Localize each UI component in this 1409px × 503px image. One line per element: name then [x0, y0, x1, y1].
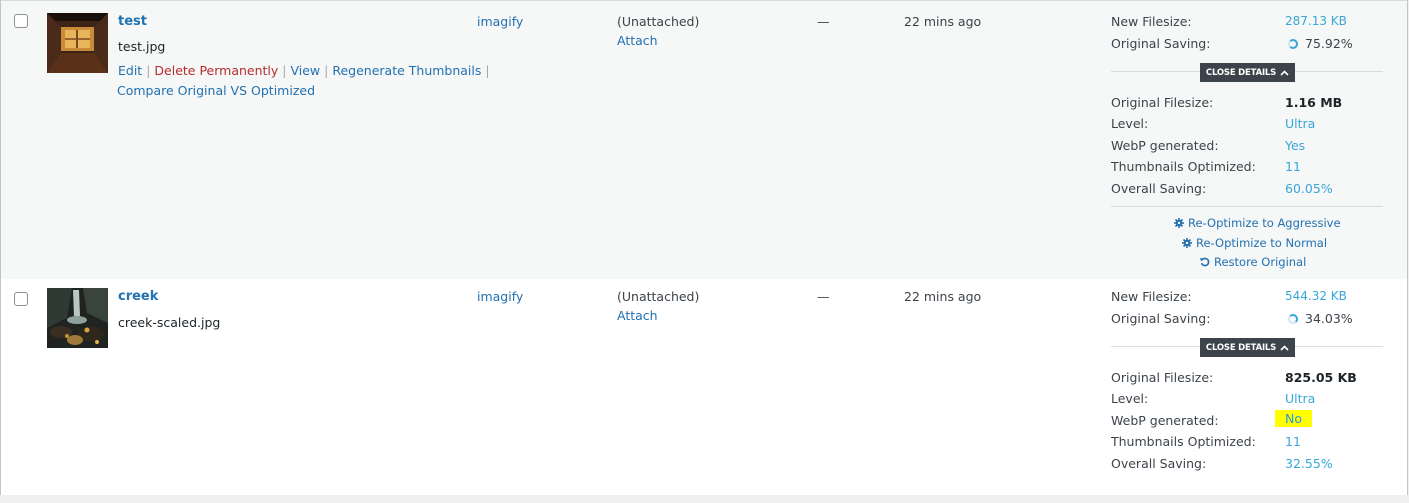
row-checkbox[interactable] — [14, 292, 28, 306]
thumbnails-optimized-label: Thumbnails Optimized: — [1111, 434, 1256, 449]
delete-permanently-link[interactable]: Delete Permanently — [154, 63, 278, 78]
compare-original-link[interactable]: Compare Original VS Optimized — [117, 83, 315, 98]
close-details-button[interactable]: CLOSE DETAILS — [1200, 63, 1295, 82]
thumbnail-image[interactable] — [47, 288, 108, 348]
separator: | — [282, 63, 287, 78]
attach-link[interactable]: Attach — [617, 33, 658, 48]
attach-link[interactable]: Attach — [617, 308, 658, 323]
overall-saving-label: Overall Saving: — [1111, 456, 1207, 471]
row-checkbox[interactable] — [14, 14, 28, 28]
table-row: test test.jpg Edit | Delete Permanently … — [1, 0, 1407, 279]
reoptimize-aggressive-link[interactable]: Re-Optimize to Aggressive — [1174, 216, 1341, 230]
thumbnails-optimized-value: 11 — [1285, 434, 1301, 449]
restore-original-link[interactable]: Restore Original — [1200, 255, 1306, 269]
thumbnail-image[interactable] — [47, 13, 108, 73]
separator: | — [146, 63, 151, 78]
thumbnails-optimized-label: Thumbnails Optimized: — [1111, 159, 1256, 174]
webp-value: Yes — [1285, 138, 1306, 153]
webp-value: No — [1275, 410, 1312, 427]
level-value: Ultra — [1285, 116, 1316, 131]
saving-chart-icon — [1288, 314, 1298, 324]
level-value: Ultra — [1285, 391, 1316, 406]
original-saving-label: Original Saving: — [1111, 36, 1211, 51]
separator: | — [485, 63, 490, 78]
new-filesize-value: 544.32 KB — [1285, 289, 1347, 303]
date: 22 mins ago — [904, 289, 982, 304]
restore-original-label: Restore Original — [1214, 255, 1307, 269]
edit-link[interactable]: Edit — [118, 63, 142, 78]
level-label: Level: — [1111, 116, 1149, 131]
webp-value-highlight: No — [1275, 410, 1312, 427]
attachment-title-link[interactable]: test — [118, 14, 147, 29]
divider — [1111, 206, 1383, 207]
gear-icon — [1182, 238, 1192, 248]
attached-status: (Unattached) — [617, 289, 700, 304]
author-link[interactable]: imagify — [477, 14, 523, 29]
file-name: test.jpg — [118, 39, 166, 54]
comments-count: — — [817, 14, 830, 29]
date: 22 mins ago — [904, 14, 982, 29]
media-list-table: test test.jpg Edit | Delete Permanently … — [0, 0, 1408, 495]
new-filesize-value: 287.13 KB — [1285, 14, 1347, 28]
original-filesize-label: Original Filesize: — [1111, 370, 1214, 385]
reoptimize-normal-label: Re-Optimize to Normal — [1196, 236, 1328, 250]
gear-icon — [1174, 218, 1184, 228]
chevron-up-icon — [1280, 344, 1289, 351]
saving-chart-icon — [1288, 39, 1298, 49]
separator: | — [324, 63, 329, 78]
reoptimize-aggressive-label: Re-Optimize to Aggressive — [1188, 216, 1341, 230]
new-filesize-label: New Filesize: — [1111, 289, 1192, 304]
view-link[interactable]: View — [290, 63, 320, 78]
new-filesize-label: New Filesize: — [1111, 14, 1192, 29]
comments-count: — — [817, 289, 830, 304]
table-row: creek creek-scaled.jpg imagify (Unattach… — [1, 279, 1407, 495]
row-actions: Edit | Delete Permanently | View | Regen… — [118, 63, 490, 78]
close-details-button[interactable]: CLOSE DETAILS — [1200, 338, 1295, 357]
close-details-label: CLOSE DETAILS — [1205, 342, 1277, 353]
thumbnails-optimized-value: 11 — [1285, 159, 1301, 174]
webp-label: WebP generated: — [1111, 138, 1219, 153]
file-name: creek-scaled.jpg — [118, 315, 221, 330]
webp-label: WebP generated: — [1111, 413, 1219, 428]
regenerate-thumbnails-link[interactable]: Regenerate Thumbnails — [332, 63, 481, 78]
close-details-label: CLOSE DETAILS — [1205, 67, 1277, 78]
original-filesize-label: Original Filesize: — [1111, 95, 1214, 110]
original-filesize-value: 825.05 KB — [1285, 370, 1357, 385]
overall-saving-value: 60.05% — [1285, 181, 1333, 196]
chevron-up-icon — [1280, 69, 1289, 76]
level-label: Level: — [1111, 391, 1149, 406]
original-saving-value: 34.03% — [1305, 311, 1353, 326]
original-saving-label: Original Saving: — [1111, 311, 1211, 326]
overall-saving-value: 32.55% — [1285, 456, 1333, 471]
original-saving-value: 75.92% — [1305, 36, 1353, 51]
overall-saving-label: Overall Saving: — [1111, 181, 1207, 196]
original-filesize-value: 1.16 MB — [1285, 95, 1343, 110]
attached-status: (Unattached) — [617, 14, 700, 29]
author-link[interactable]: imagify — [477, 289, 523, 304]
attachment-title-link[interactable]: creek — [118, 289, 158, 304]
reoptimize-normal-link[interactable]: Re-Optimize to Normal — [1182, 236, 1327, 250]
undo-icon — [1200, 257, 1210, 267]
